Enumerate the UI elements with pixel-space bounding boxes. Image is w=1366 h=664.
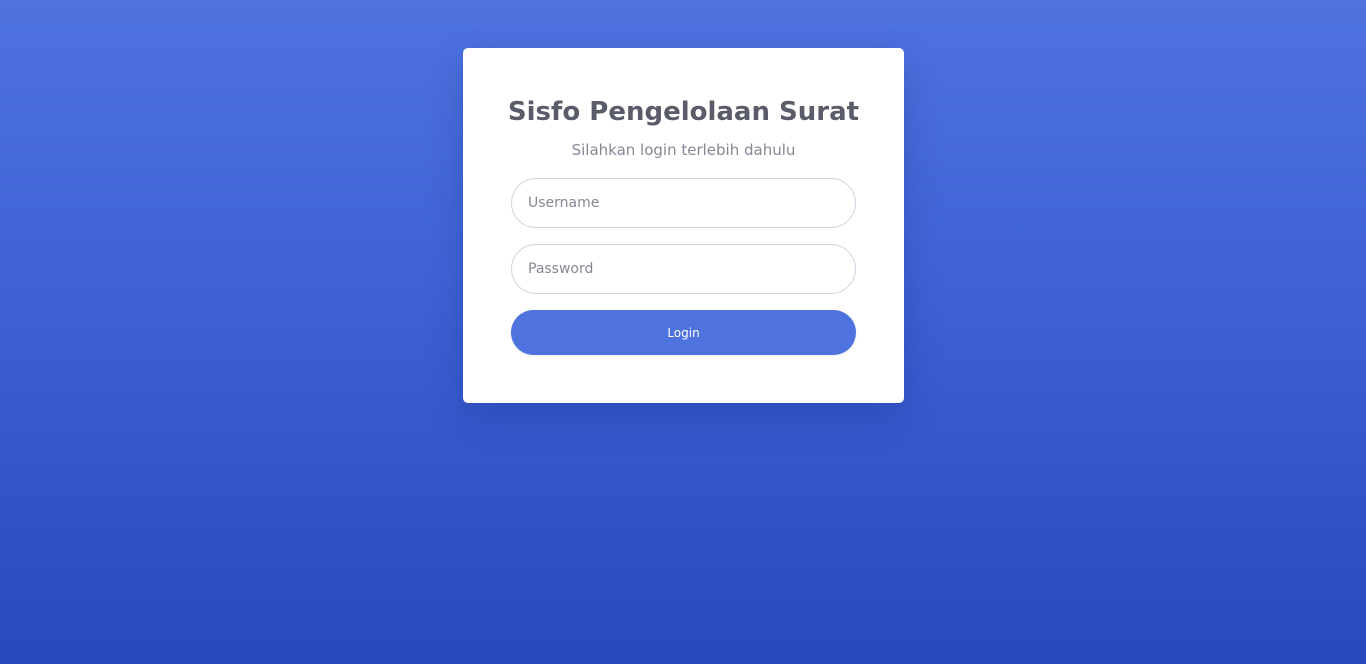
page-title: Sisfo Pengelolaan Surat <box>507 97 860 127</box>
username-input[interactable] <box>511 178 856 228</box>
login-button[interactable]: Login <box>511 310 856 355</box>
login-card: Sisfo Pengelolaan Surat Silahkan login t… <box>463 48 904 403</box>
password-input[interactable] <box>511 244 856 294</box>
login-subtitle: Silahkan login terlebih dahulu <box>571 141 796 159</box>
